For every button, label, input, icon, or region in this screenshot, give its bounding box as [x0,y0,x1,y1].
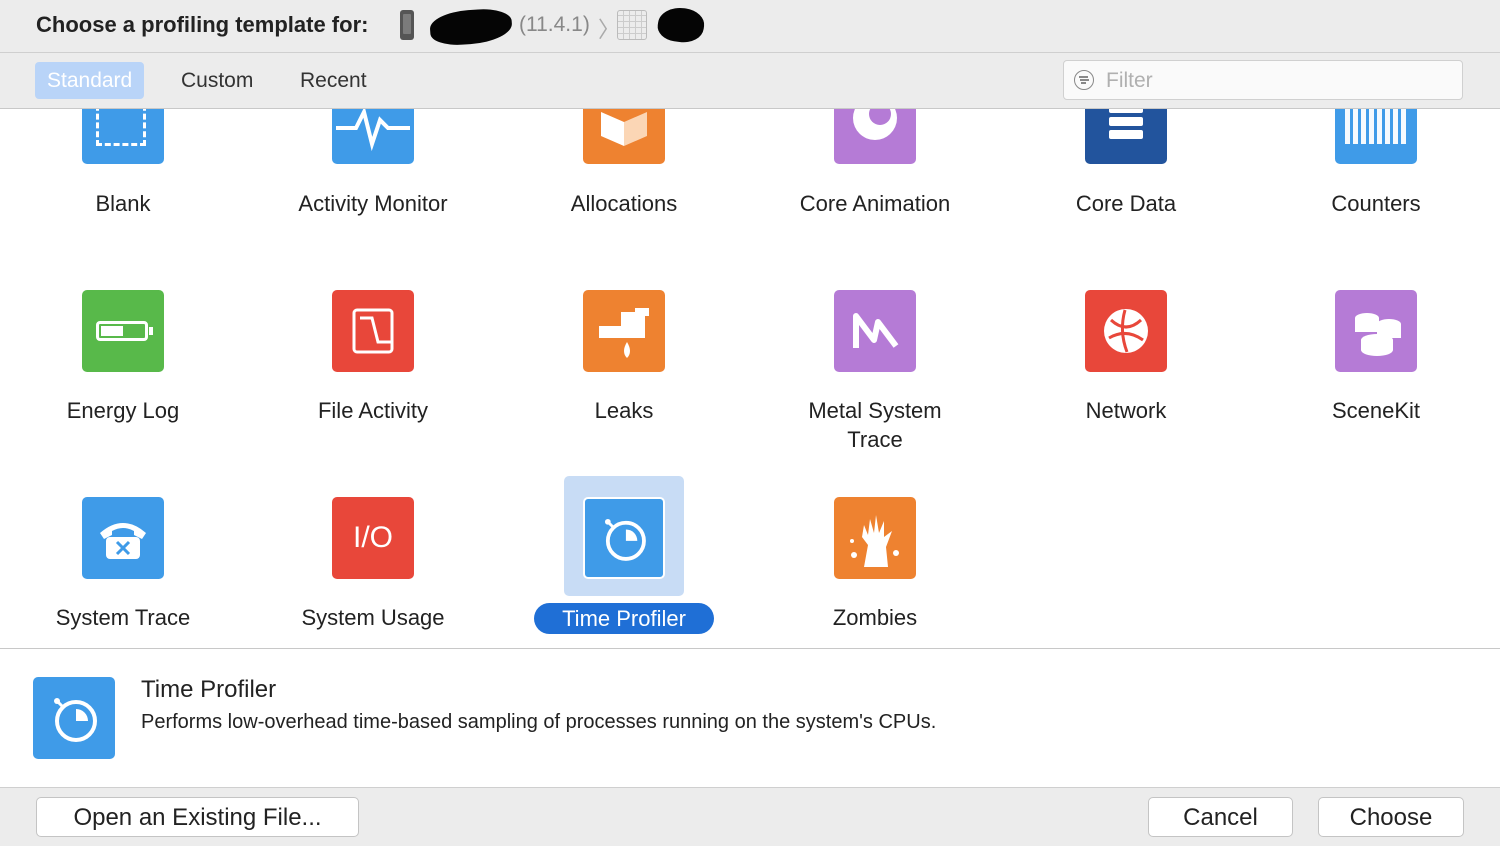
leaks-icon [583,290,665,372]
tab-custom[interactable]: Custom [169,62,265,99]
battery-icon [82,290,164,372]
template-grid: Blank Activity Monitor Allocations Core … [0,109,1500,649]
template-label: Counters [1331,191,1421,216]
zombie-hand-icon [834,497,916,579]
filter-icon [1074,70,1094,90]
cancel-button[interactable]: Cancel [1148,797,1293,837]
filter-input[interactable] [1104,65,1448,97]
template-label: Time Profiler [534,603,714,634]
template-label: Network [1085,398,1167,423]
open-existing-file-button[interactable]: Open an Existing File... [36,797,359,837]
footer: Open an Existing File... Cancel Choose [0,788,1500,846]
header: Choose a profiling template for: (11.4.1… [0,0,1500,53]
blank-icon [82,109,164,164]
filter-field[interactable] [1063,60,1463,100]
allocations-icon [583,109,665,164]
template-label: Blank [95,191,151,216]
stopwatch-icon [583,497,665,579]
template-label: Allocations [570,191,678,216]
template-label: Core Animation [799,191,951,216]
iphone-icon[interactable] [400,10,414,40]
template-label: Activity Monitor [298,191,448,216]
telephone-icon [82,497,164,579]
activity-monitor-icon [332,109,414,164]
template-label: File Activity [317,398,429,423]
core-animation-icon [834,109,916,164]
redacted-device-name [428,7,514,47]
details-description: Performs low-overhead time-based samplin… [141,711,937,733]
template-label: Core Data [1075,191,1177,216]
os-version: (11.4.1) [519,13,590,36]
template-details: Time Profiler Performs low-overhead time… [0,649,1500,788]
core-data-icon [1085,109,1167,164]
app-target-icon[interactable] [617,10,647,40]
stopwatch-icon [33,677,115,759]
scenekit-icon [1335,290,1417,372]
template-label: SceneKit [1331,398,1421,423]
io-text: I/O [352,521,393,554]
choose-button[interactable]: Choose [1318,797,1464,837]
tab-standard[interactable]: Standard [35,62,145,99]
network-icon [1085,290,1167,372]
tab-recent[interactable]: Recent [288,62,379,99]
io-icon: I/O [332,497,414,579]
counters-icon [1335,109,1417,164]
template-label: System Trace [55,605,191,630]
template-label: Zombies [832,605,918,630]
redacted-app-name [655,4,707,46]
page-title: Choose a profiling template for: [36,12,369,37]
template-label: Energy Log [66,398,180,423]
template-label: Metal System Trace [808,398,942,452]
template-label: Leaks [594,398,654,423]
metal-icon [834,290,916,372]
tabs-bar: Standard Custom Recent [0,53,1500,109]
details-title: Time Profiler [141,676,277,703]
file-activity-icon [332,290,414,372]
template-label: System Usage [301,605,445,630]
